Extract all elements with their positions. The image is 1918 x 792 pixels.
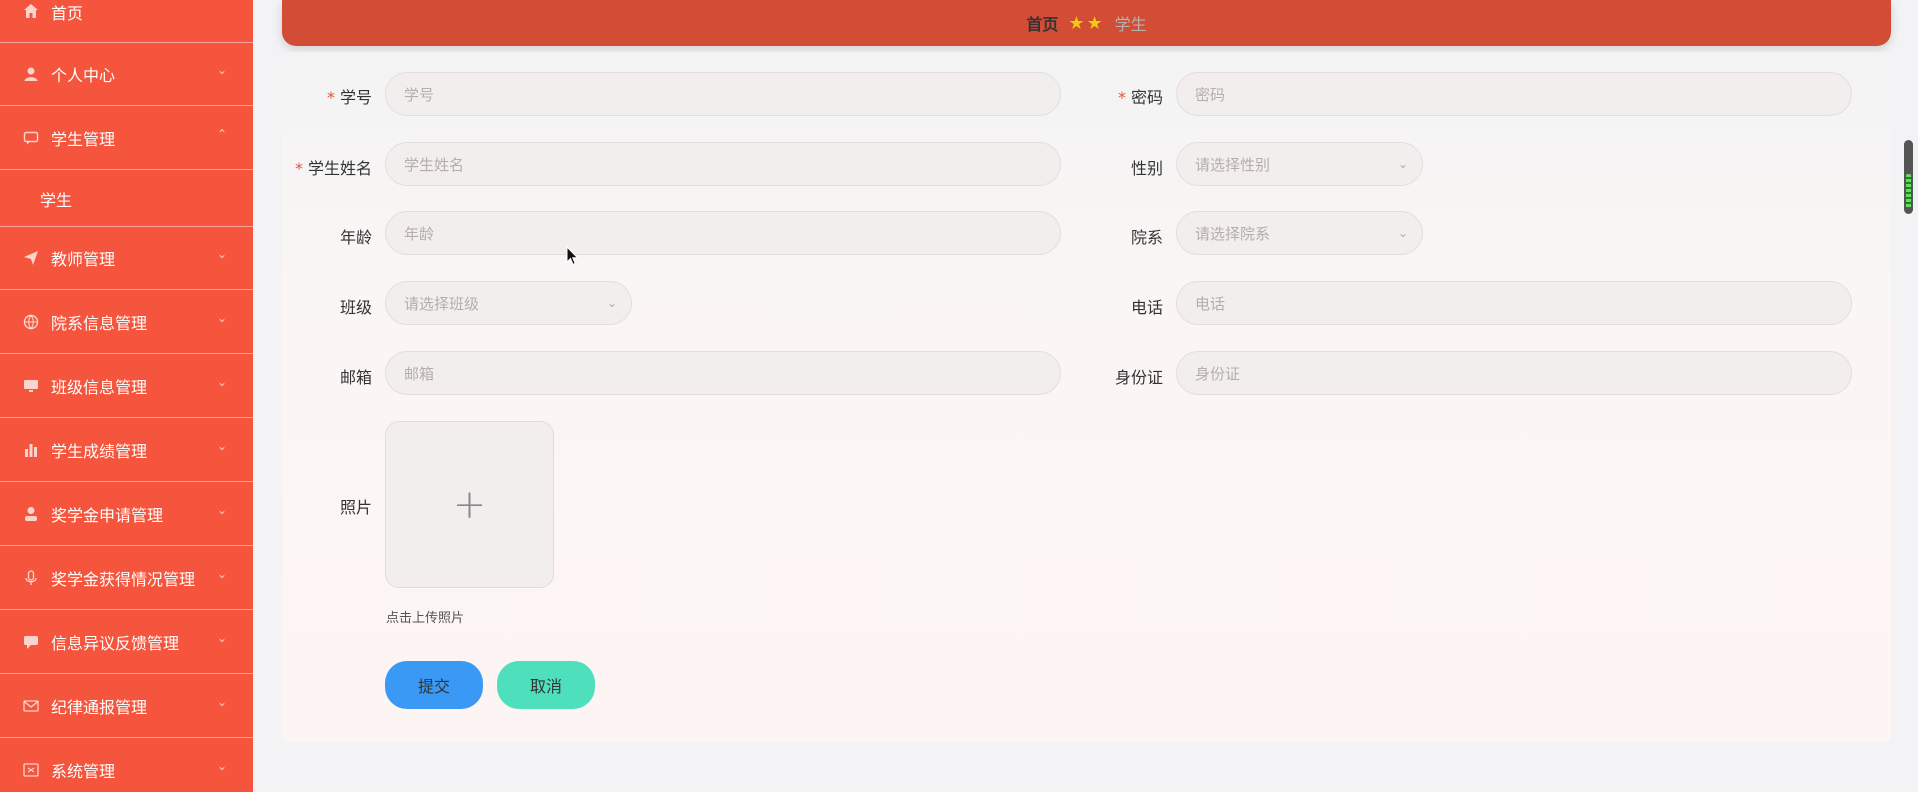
idcard-input[interactable]: 身份证 bbox=[1176, 351, 1852, 395]
chevron-down-icon: ⌄ bbox=[1397, 157, 1408, 171]
password-label: * 密码 bbox=[1117, 88, 1163, 107]
microphone-icon bbox=[22, 569, 40, 587]
sidebar-item-label: 教师管理 bbox=[51, 250, 116, 269]
comment-icon bbox=[22, 633, 40, 651]
sidebar-item-label: 信息异议反馈管理 bbox=[51, 634, 180, 653]
chat-icon bbox=[22, 129, 40, 147]
sidebar-item-student-mgmt[interactable]: 学生管理 ⌃ bbox=[0, 107, 253, 170]
phone-label: 电话 bbox=[1130, 298, 1163, 317]
photo-label: 照片 bbox=[339, 498, 372, 517]
user-icon bbox=[22, 65, 40, 83]
email-input[interactable]: 邮箱 bbox=[385, 351, 1061, 395]
cancel-button[interactable]: 取消 bbox=[497, 661, 595, 709]
vertical-scrollbar[interactable] bbox=[1904, 140, 1913, 214]
sidebar-item-scholarship-award[interactable]: 奖学金获得情况管理 ⌄ bbox=[0, 547, 253, 610]
settings-window-icon bbox=[22, 761, 40, 779]
send-icon bbox=[22, 249, 40, 267]
password-input[interactable]: 密码 bbox=[1176, 72, 1852, 116]
home-icon bbox=[22, 2, 40, 20]
chevron-down-icon: ⌄ bbox=[216, 567, 227, 582]
chevron-down-icon: ⌄ bbox=[216, 759, 227, 774]
sidebar-item-label: 院系信息管理 bbox=[51, 314, 148, 333]
submit-button[interactable]: 提交 bbox=[385, 661, 483, 709]
person-icon bbox=[22, 505, 40, 523]
dept-select[interactable]: 请选择院系 ⌄ bbox=[1176, 211, 1423, 255]
gender-select[interactable]: 请选择性别 ⌄ bbox=[1176, 142, 1423, 186]
sidebar-item-label: 个人中心 bbox=[51, 66, 116, 85]
student-no-input[interactable]: 学号 bbox=[385, 72, 1061, 116]
sidebar-item-class-mgmt[interactable]: 班级信息管理 ⌄ bbox=[0, 355, 253, 418]
sidebar-item-feedback[interactable]: 信息异议反馈管理 ⌄ bbox=[0, 611, 253, 674]
sidebar-item-score-mgmt[interactable]: 学生成绩管理 ⌄ bbox=[0, 419, 253, 482]
photo-upload-box[interactable]: + bbox=[385, 421, 554, 588]
gender-label: 性别 bbox=[1130, 159, 1163, 178]
sidebar-item-label: 纪律通报管理 bbox=[51, 698, 148, 717]
sidebar-item-personal[interactable]: 个人中心 ⌄ bbox=[0, 43, 253, 106]
class-label: 班级 bbox=[339, 298, 372, 317]
breadcrumb: 首页 ★★ 学生 bbox=[282, 0, 1891, 46]
upload-hint: 点击上传照片 bbox=[386, 611, 465, 626]
chevron-down-icon: ⌄ bbox=[216, 375, 227, 390]
sidebar-item-home[interactable]: 首页 bbox=[0, 0, 253, 43]
sidebar-item-label: 系统管理 bbox=[51, 762, 116, 781]
dept-label: 院系 bbox=[1130, 228, 1163, 247]
breadcrumb-current: 学生 bbox=[1114, 15, 1147, 34]
chevron-down-icon: ⌄ bbox=[1397, 226, 1408, 240]
age-input[interactable]: 年龄 bbox=[385, 211, 1061, 255]
monitor-icon bbox=[22, 377, 40, 395]
chevron-down-icon: ⌄ bbox=[216, 311, 227, 326]
mouse-cursor-icon bbox=[566, 246, 579, 266]
breadcrumb-home[interactable]: 首页 bbox=[1026, 11, 1058, 35]
sidebar-item-label: 奖学金申请管理 bbox=[51, 506, 164, 525]
chevron-down-icon: ⌄ bbox=[216, 439, 227, 454]
sidebar-item-label: 奖学金获得情况管理 bbox=[51, 570, 196, 589]
chevron-down-icon: ⌄ bbox=[216, 247, 227, 262]
plus-icon: + bbox=[452, 481, 487, 528]
sidebar-item-dept-mgmt[interactable]: 院系信息管理 ⌄ bbox=[0, 291, 253, 354]
sidebar-subitem-student[interactable]: 学生 bbox=[0, 171, 253, 227]
mail-icon bbox=[22, 697, 40, 715]
sidebar: 首页 个人中心 ⌄ 学生管理 ⌃ 学生 教师管理 ⌄ 院系信息管理 ⌄ 班级信息… bbox=[0, 0, 253, 792]
sidebar-item-scholarship-apply[interactable]: 奖学金申请管理 ⌄ bbox=[0, 483, 253, 546]
student-no-label: * 学号 bbox=[326, 88, 372, 107]
sidebar-item-teacher-mgmt[interactable]: 教师管理 ⌄ bbox=[0, 227, 253, 290]
chevron-down-icon: ⌄ bbox=[216, 695, 227, 710]
chevron-down-icon: ⌄ bbox=[216, 503, 227, 518]
sidebar-subitem-label: 学生 bbox=[40, 190, 73, 210]
bar-chart-icon bbox=[22, 441, 40, 459]
sidebar-item-label: 学生成绩管理 bbox=[51, 442, 148, 461]
student-name-input[interactable]: 学生姓名 bbox=[385, 142, 1061, 186]
star-separator-icon: ★★ bbox=[1068, 12, 1105, 34]
sidebar-item-discipline[interactable]: 纪律通报管理 ⌄ bbox=[0, 675, 253, 738]
class-select[interactable]: 请选择班级 ⌄ bbox=[385, 281, 632, 325]
email-label: 邮箱 bbox=[339, 368, 372, 387]
chevron-up-icon: ⌃ bbox=[216, 127, 227, 142]
idcard-label: 身份证 bbox=[1114, 368, 1163, 387]
sidebar-item-label: 学生管理 bbox=[51, 130, 116, 149]
chevron-down-icon: ⌄ bbox=[216, 63, 227, 78]
phone-input[interactable]: 电话 bbox=[1176, 281, 1852, 325]
chevron-down-icon: ⌄ bbox=[606, 296, 617, 310]
sidebar-item-label: 班级信息管理 bbox=[51, 378, 148, 397]
globe-icon bbox=[22, 313, 40, 331]
student-name-label: * 学生姓名 bbox=[294, 159, 372, 178]
chevron-down-icon: ⌄ bbox=[216, 631, 227, 646]
sidebar-item-system[interactable]: 系统管理 ⌄ bbox=[0, 739, 253, 792]
sidebar-item-label: 首页 bbox=[51, 4, 84, 23]
age-label: 年龄 bbox=[339, 228, 372, 247]
